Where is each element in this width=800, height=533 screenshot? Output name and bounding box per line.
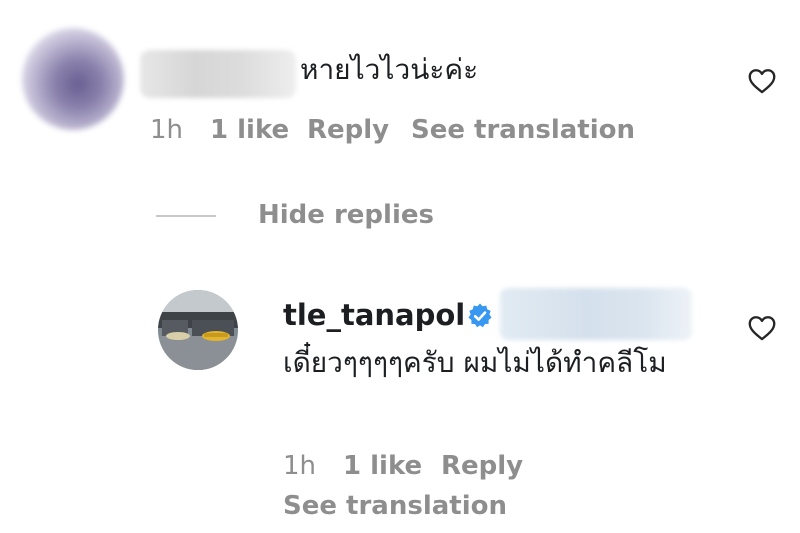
reply-avatar[interactable] [158, 290, 238, 370]
reply-see-translation-link[interactable]: See translation [283, 489, 507, 523]
comment-see-translation-link[interactable]: See translation [411, 113, 635, 147]
comment-text: หายไวไวน่ะค่ะ [300, 53, 479, 86]
reply-heart-icon[interactable] [747, 313, 777, 343]
reply-username[interactable]: tle_tanapol [283, 295, 465, 335]
avatar-blurred[interactable] [22, 28, 124, 130]
comment-time: 1h [150, 115, 184, 145]
reply-text: เดี๋ยวๆๆๆๆครับ ผมไม่ได้ทำคลีโม [283, 346, 667, 379]
comment-likes-link[interactable]: 1 like [210, 113, 289, 147]
reply-reply-button[interactable]: Reply [441, 449, 523, 483]
reply-mention-blurred[interactable] [500, 288, 692, 340]
hide-replies-button[interactable]: Hide replies [258, 198, 434, 232]
comment-reply-button[interactable]: Reply [307, 113, 389, 147]
heart-icon[interactable] [747, 66, 777, 96]
hide-replies-line [156, 215, 216, 217]
username-blurred[interactable] [140, 50, 296, 98]
reply-time: 1h [283, 451, 317, 481]
verified-badge-icon [466, 302, 494, 330]
reply-likes-link[interactable]: 1 like [343, 449, 422, 483]
